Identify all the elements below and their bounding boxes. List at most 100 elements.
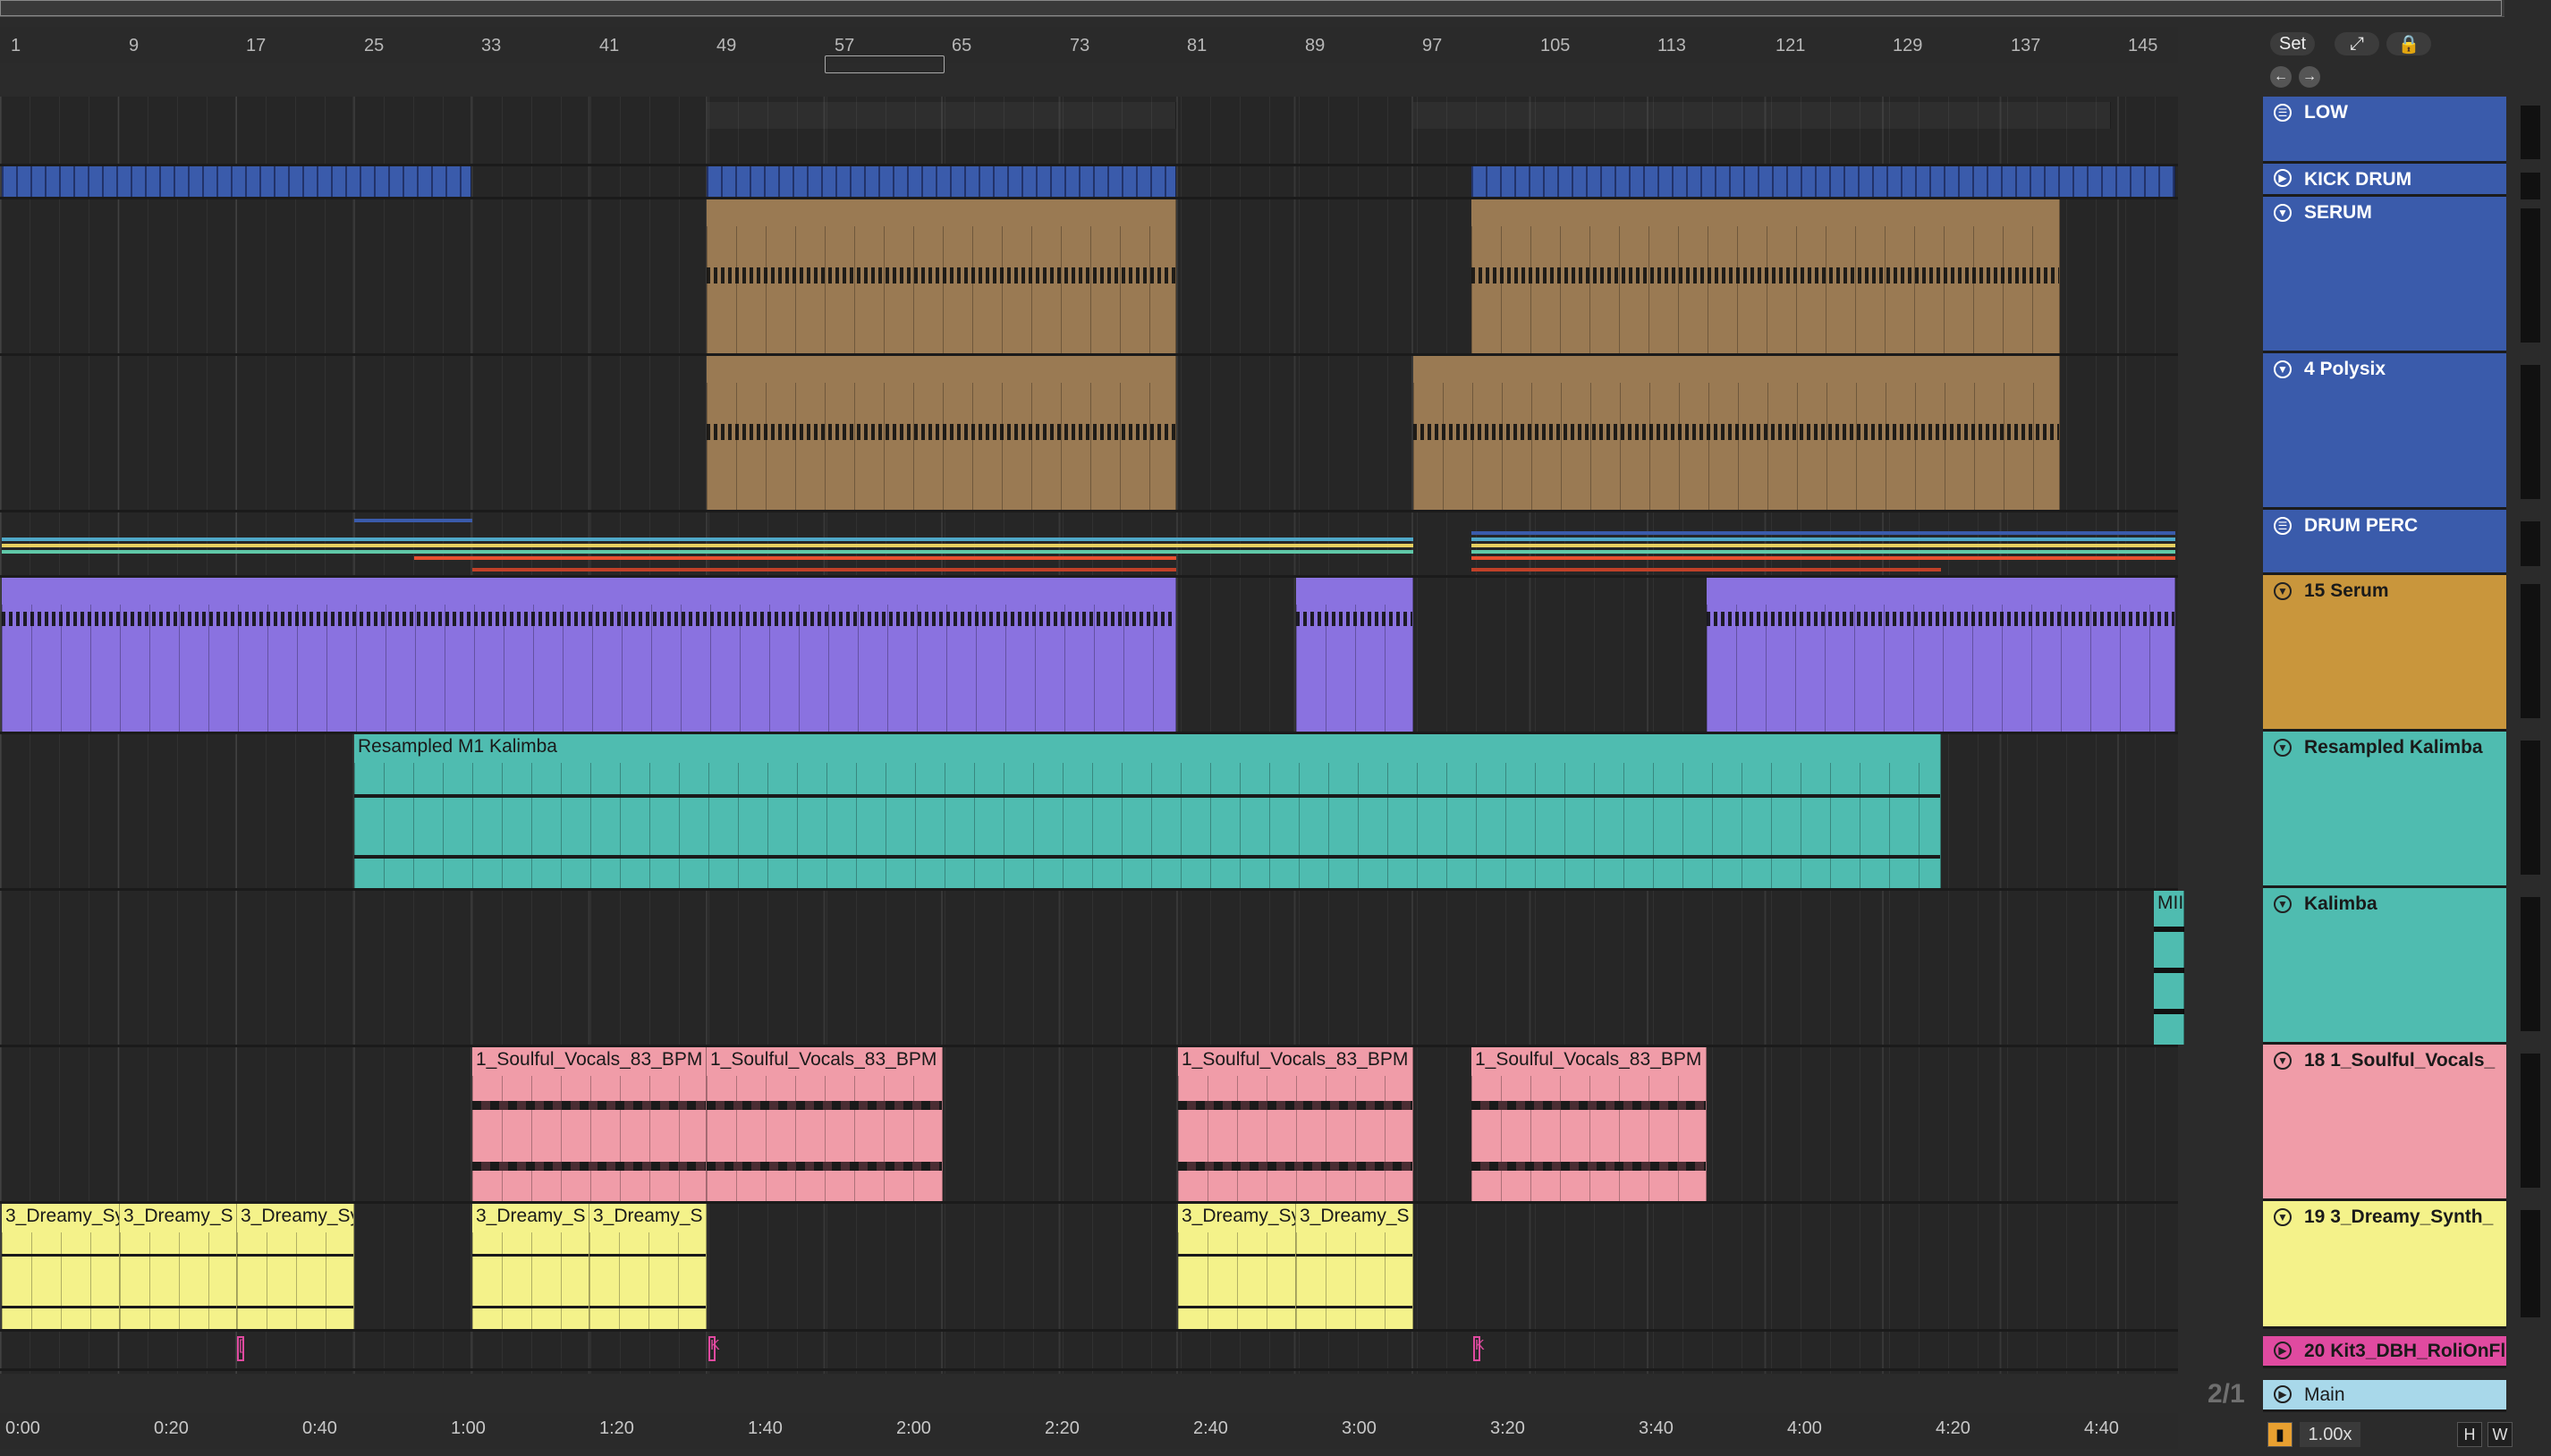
arrangement-overview[interactable] xyxy=(0,0,2504,17)
track-name: 19 3_Dreamy_Synth_ xyxy=(2304,1206,2494,1227)
fold-icon[interactable]: ▶ xyxy=(2274,169,2292,187)
page-indicator: 2/1 xyxy=(2208,1379,2245,1409)
synth-clip[interactable]: 3_Dreamy_Sy xyxy=(1178,1204,1296,1329)
expand-icon[interactable]: ⤢ xyxy=(2335,32,2379,55)
vocal-clip[interactable]: 1_Soulful_Vocals_83_BPM xyxy=(472,1047,707,1201)
perc-summary-line xyxy=(1471,538,2175,541)
track-header-kalimba[interactable]: ▼ Kalimba xyxy=(2263,888,2506,1045)
bar-ruler[interactable]: 1 9 17 25 33 41 49 57 65 73 81 89 97 105… xyxy=(0,27,2178,63)
bar-label: 89 xyxy=(1305,36,1326,55)
group-summary-clip[interactable] xyxy=(707,102,1176,129)
synth-clip[interactable]: 3_Dreamy_S xyxy=(120,1204,237,1329)
zoom-display[interactable]: 1.00x xyxy=(2300,1422,2360,1447)
kit-clip-marker[interactable]: K xyxy=(708,1336,720,1361)
cpu-meter-icon[interactable]: ▮ xyxy=(2267,1422,2293,1447)
vocal-clip[interactable]: 1_Soulful_Vocals_83_BPM xyxy=(707,1047,943,1201)
vocal-clip[interactable]: 1_Soulful_Vocals_83_BPM xyxy=(1471,1047,1707,1201)
clip-name: 3_Dreamy_Sy xyxy=(241,1206,354,1226)
kick-clip[interactable] xyxy=(2,166,471,197)
track-header-kick[interactable]: ▶ KICK DRUM xyxy=(2263,164,2506,197)
bar-label: 121 xyxy=(1776,36,1806,55)
bar-label: 81 xyxy=(1187,36,1208,55)
fold-icon[interactable]: ▶ xyxy=(2274,1385,2292,1403)
synth-clip[interactable]: 3_Dreamy_S xyxy=(472,1204,589,1329)
h-button[interactable]: H xyxy=(2457,1422,2482,1447)
track-header-synth[interactable]: ▼ 19 3_Dreamy_Synth_ xyxy=(2263,1201,2506,1329)
time-label: 0:00 xyxy=(5,1418,40,1438)
track-name: Main xyxy=(2304,1384,2345,1405)
time-label: 4:20 xyxy=(1936,1418,1970,1438)
track-name: Resampled Kalimba xyxy=(2304,737,2483,758)
time-label: 1:20 xyxy=(599,1418,634,1438)
synth-clip[interactable]: 3_Dreamy_S xyxy=(1296,1204,1413,1329)
time-label: 2:40 xyxy=(1193,1418,1228,1438)
arrangement-view[interactable]: Resampled M1 Kalimba MII 1_Soulful_Vocal… xyxy=(0,97,2184,1374)
bottom-controls: ▮ 1.00x H W xyxy=(2267,1422,2549,1449)
clip-name: 3_Dreamy_S xyxy=(476,1206,586,1226)
fold-icon[interactable]: ▼ xyxy=(2274,360,2292,378)
synth-clip[interactable]: 3_Dreamy_S xyxy=(589,1204,707,1329)
fold-icon[interactable]: ▼ xyxy=(2274,1052,2292,1070)
perc-summary-line xyxy=(2,550,1413,554)
serum15-midi-clip[interactable] xyxy=(2,578,1176,732)
track-header-serum15[interactable]: ▼ 15 Serum xyxy=(2263,575,2506,732)
bar-label: 145 xyxy=(2128,36,2158,55)
fold-icon[interactable]: ▶ xyxy=(2274,1342,2292,1359)
loop-brace[interactable] xyxy=(825,55,945,73)
lock-icon[interactable]: 🔒 xyxy=(2386,32,2431,55)
track-header-drum-perc[interactable]: ☰ DRUM PERC xyxy=(2263,510,2506,575)
time-ruler[interactable]: 0:00 0:20 0:40 1:00 1:20 1:40 2:00 2:20 … xyxy=(0,1413,2178,1449)
track-header-polysix[interactable]: ▼ 4 Polysix xyxy=(2263,353,2506,510)
track-header-low[interactable]: ☰ LOW xyxy=(2263,97,2506,164)
track-header-resampled-kalimba[interactable]: ▼ Resampled Kalimba xyxy=(2263,732,2506,888)
clip-name: 3_Dreamy_Sy xyxy=(1182,1206,1296,1226)
time-label: 3:40 xyxy=(1639,1418,1674,1438)
fold-icon[interactable]: ▼ xyxy=(2274,1208,2292,1226)
bar-label: 137 xyxy=(2011,36,2041,55)
group-summary-clip[interactable] xyxy=(1413,102,2111,129)
kick-clip[interactable] xyxy=(1471,166,2175,197)
track-name: LOW xyxy=(2304,102,2348,123)
time-label: 3:20 xyxy=(1490,1418,1525,1438)
kit-clip-marker[interactable]: K xyxy=(1473,1336,1485,1361)
w-button[interactable]: W xyxy=(2487,1422,2513,1447)
bar-label: 49 xyxy=(716,36,737,55)
synth-clip[interactable]: 3_Dreamy_Sy xyxy=(237,1204,354,1329)
polysix-midi-clip[interactable] xyxy=(707,356,1176,510)
perc-summary-line xyxy=(1471,556,2175,560)
serum-midi-clip[interactable] xyxy=(707,199,1176,353)
synth-clip[interactable]: 3_Dreamy_Sy xyxy=(2,1204,120,1329)
kit-clip-marker[interactable]: [ xyxy=(237,1336,244,1361)
kick-clip[interactable] xyxy=(707,166,1176,197)
fold-icon[interactable]: ▼ xyxy=(2274,582,2292,600)
track-name: 18 1_Soulful_Vocals_ xyxy=(2304,1050,2496,1071)
track-header-serum[interactable]: ▼ SERUM xyxy=(2263,197,2506,353)
set-button[interactable]: Set xyxy=(2270,32,2315,55)
serum15-midi-clip[interactable] xyxy=(1296,578,1413,732)
track-header-main[interactable]: ▶ Main xyxy=(2263,1380,2506,1412)
level-meter xyxy=(2521,584,2540,718)
perc-summary-line xyxy=(2,544,1413,547)
resampled-kalimba-clip[interactable]: Resampled M1 Kalimba xyxy=(354,734,1941,888)
time-label: 4:00 xyxy=(1787,1418,1822,1438)
arrangement-controls: Set ⤢ 🔒 ← → xyxy=(2263,32,2549,95)
bar-label: 25 xyxy=(364,36,385,55)
overview-frame[interactable] xyxy=(0,0,2502,16)
polysix-midi-clip[interactable] xyxy=(1413,356,2060,510)
kalimba-midi-clip[interactable]: MII xyxy=(2154,891,2184,1045)
fold-icon[interactable]: ▼ xyxy=(2274,739,2292,757)
fold-icon[interactable]: ▼ xyxy=(2274,895,2292,913)
serum-midi-clip[interactable] xyxy=(1471,199,2060,353)
level-meter xyxy=(2521,1054,2540,1188)
track-header-vocals[interactable]: ▼ 18 1_Soulful_Vocals_ xyxy=(2263,1045,2506,1201)
time-label: 3:00 xyxy=(1342,1418,1377,1438)
track-header-kit[interactable]: ▶ 20 Kit3_DBH_RoliOnFl xyxy=(2263,1336,2506,1368)
vocal-clip[interactable]: 1_Soulful_Vocals_83_BPM xyxy=(1178,1047,1413,1201)
arrow-right-icon[interactable]: → xyxy=(2299,66,2320,88)
fold-icon[interactable]: ▼ xyxy=(2274,204,2292,222)
serum15-midi-clip[interactable] xyxy=(1707,578,2175,732)
track-name: 4 Polysix xyxy=(2304,359,2386,379)
arrow-left-icon[interactable]: ← xyxy=(2270,66,2292,88)
group-icon[interactable]: ☰ xyxy=(2274,517,2292,535)
group-icon[interactable]: ☰ xyxy=(2274,104,2292,122)
